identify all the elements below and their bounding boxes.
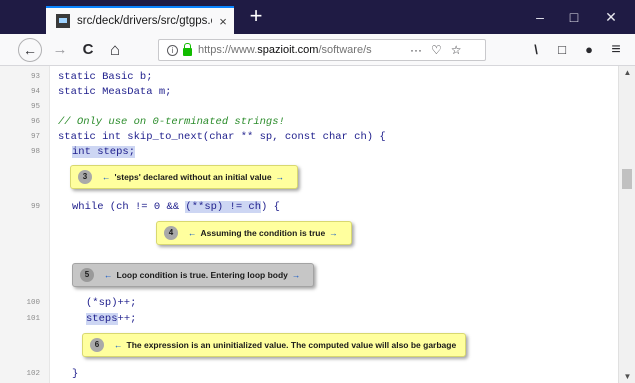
- line-number: 96: [30, 118, 40, 126]
- navigation-toolbar: ← → C ⌂ i https://www.spazioit.com/softw…: [0, 34, 635, 66]
- favicon-icon: [56, 14, 70, 28]
- line-number: 93: [30, 73, 40, 81]
- note-text: The expression is an uninitialized value…: [126, 340, 457, 350]
- code-line: static Basic b;: [58, 71, 153, 83]
- line-number: 100: [26, 299, 40, 307]
- line-number: 102: [26, 370, 40, 378]
- maximize-button[interactable]: □: [562, 7, 586, 27]
- step-number-badge: 5: [80, 268, 94, 282]
- analyzer-note-4: 4 ← Assuming the condition is true →: [156, 221, 352, 245]
- line-number: 101: [26, 315, 40, 323]
- code-line: static int skip_to_next(char ** sp, cons…: [58, 131, 386, 143]
- arrow-right-icon: →: [329, 228, 338, 238]
- step-number-badge: 4: [164, 226, 178, 240]
- line-number: 98: [30, 148, 40, 156]
- lock-icon: [183, 42, 192, 56]
- note-text: 'steps' declared without an initial valu…: [114, 172, 272, 182]
- code-line: while (ch != 0 && (**sp) != ch) {: [72, 201, 280, 213]
- arrow-right-icon: →: [291, 270, 301, 280]
- highlighted-declaration: int steps;: [72, 146, 136, 158]
- arrow-left-icon: ←: [104, 270, 113, 280]
- line-number: 99: [30, 203, 40, 211]
- line-number-gutter: [0, 66, 50, 383]
- code-view: 93 94 95 96 97 98 99 100 101 102 static …: [0, 66, 618, 383]
- code-line: (*sp)++;: [86, 297, 137, 309]
- tab-title: src/deck/drivers/src/gtgps.c: [77, 15, 212, 27]
- minimize-button[interactable]: –: [528, 7, 552, 27]
- analyzer-note-5: 5 ← Loop condition is true. Entering loo…: [72, 263, 315, 287]
- home-button[interactable]: ⌂: [103, 38, 127, 62]
- analyzer-note-6: 6 ← The expression is an uninitialized v…: [82, 333, 467, 357]
- new-tab-button[interactable]: +: [243, 4, 269, 30]
- arrow-right-icon: →: [275, 172, 285, 182]
- code-line: steps++;: [86, 313, 137, 325]
- info-icon[interactable]: i: [167, 44, 178, 56]
- vertical-scrollbar[interactable]: ▲ ▼: [618, 66, 635, 383]
- browser-tab[interactable]: src/deck/drivers/src/gtgps.c ×: [46, 6, 234, 34]
- code-line: }: [72, 368, 79, 380]
- forward-button[interactable]: →: [48, 38, 72, 62]
- line-number: 95: [30, 103, 40, 111]
- highlighted-variable: steps: [86, 313, 118, 325]
- scroll-down-icon[interactable]: ▼: [619, 372, 635, 381]
- scroll-up-icon[interactable]: ▲: [619, 68, 635, 77]
- pocket-icon[interactable]: ♡: [431, 40, 442, 60]
- page-actions-icon[interactable]: ···: [410, 40, 422, 60]
- line-number: 97: [30, 133, 40, 141]
- reload-button[interactable]: C: [76, 38, 100, 62]
- code-line: static MeasData m;: [58, 86, 172, 98]
- arrow-left-icon: ←: [114, 340, 123, 350]
- scrollbar-thumb[interactable]: [622, 169, 632, 189]
- analyzer-note-3: 3 ← 'steps' declared without an initial …: [70, 165, 299, 189]
- back-button[interactable]: ←: [18, 38, 42, 62]
- highlighted-condition: (**sp) != ch: [185, 201, 262, 213]
- code-line: int steps;: [72, 146, 136, 158]
- tab-close-icon[interactable]: ×: [212, 14, 234, 29]
- account-icon[interactable]: ●: [578, 38, 600, 62]
- bookmark-star-icon[interactable]: ☆: [451, 40, 462, 60]
- code-comment: // Only use on 0-terminated strings!: [58, 116, 285, 128]
- arrow-left-icon: ←: [188, 228, 197, 238]
- title-bar: src/deck/drivers/src/gtgps.c × + – □ ✕: [0, 0, 635, 34]
- window-close-button[interactable]: ✕: [599, 7, 623, 27]
- line-number: 94: [30, 88, 40, 96]
- note-text: Loop condition is true. Entering loop bo…: [116, 270, 288, 280]
- library-icon[interactable]: \: [525, 38, 547, 62]
- url-text: https://www.spazioit.com/software/s: [198, 44, 372, 56]
- step-number-badge: 6: [90, 338, 104, 352]
- step-number-badge: 3: [78, 170, 92, 184]
- menu-icon[interactable]: ≡: [605, 38, 627, 62]
- sidebar-icon[interactable]: □: [551, 38, 573, 62]
- arrow-left-icon: ←: [102, 172, 111, 182]
- note-text: Assuming the condition is true: [200, 228, 326, 238]
